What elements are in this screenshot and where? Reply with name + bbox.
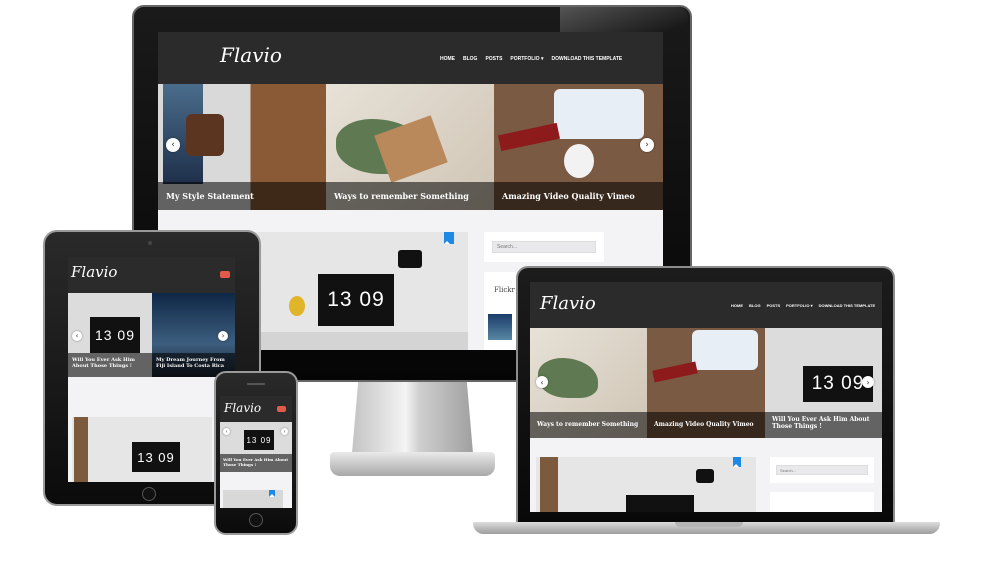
nav-home[interactable]: HOME — [440, 56, 455, 62]
slide-3-pennant-image — [497, 122, 561, 152]
phone-next-button[interactable]: › — [281, 428, 288, 435]
laptop-next-button[interactable]: › — [862, 376, 874, 388]
laptop-slide-2-pennant-image — [652, 361, 698, 383]
monitor-clock-image: 13 09 — [318, 274, 394, 326]
slide-3-logo-image — [564, 144, 594, 178]
laptop-lamp-image — [696, 469, 714, 483]
flowers-image — [289, 296, 305, 316]
laptop-slide-3-caption: Will You Ever Ask Him About Those Things… — [765, 412, 882, 438]
laptop-notch — [675, 522, 743, 527]
laptop-search-input[interactable]: Search... — [776, 465, 868, 475]
phone-clock-image: 13 09 — [244, 430, 274, 450]
slide-1-bag-image — [186, 114, 224, 156]
laptop-logo[interactable]: Flavio — [540, 293, 596, 314]
nav-posts[interactable]: POSTS — [485, 56, 502, 62]
slide-2[interactable]: Ways to remember Something — [326, 84, 494, 210]
laptop-prev-button[interactable]: ‹ — [536, 376, 548, 388]
phone-site-header: Flavio — [220, 396, 292, 422]
laptop-nav-portfolio[interactable]: PORTFOLIO ▾ — [786, 303, 812, 308]
laptop-shelf-image — [540, 457, 558, 512]
nav-portfolio[interactable]: PORTFOLIO ▾ — [510, 56, 543, 62]
search-widget: Search... — [484, 232, 604, 262]
flickr-title: Flickr — [494, 286, 515, 294]
laptop-slide-2-caption: Amazing Video Quality Vimeo — [647, 412, 765, 438]
laptop-slide-2-shirt-image — [692, 330, 758, 370]
site-logo[interactable]: Flavio — [220, 43, 282, 67]
laptop-post-image[interactable] — [536, 457, 756, 512]
slider-next-button[interactable]: › — [640, 138, 654, 152]
slide-2-caption: Ways to remember Something — [326, 182, 494, 210]
flickr-thumbnail[interactable] — [488, 314, 512, 340]
monitor-site-header: Flavio HOME BLOG POSTS PORTFOLIO ▾ DOWNL… — [158, 32, 663, 84]
phone-bookmark-icon — [269, 490, 275, 497]
tablet-post-image[interactable]: 13 09 — [72, 417, 212, 482]
laptop-slide-2[interactable]: Amazing Video Quality Vimeo — [647, 328, 765, 438]
laptop-bookmark-icon — [733, 457, 741, 467]
phone-screen: Flavio 13 09 Will You Ever Ask Him About… — [220, 396, 292, 508]
phone-slide-caption: Will You Ever Ask Him About Those Things… — [220, 454, 292, 472]
laptop-slide-1-caption: Ways to remember Something — [530, 412, 647, 438]
laptop-nav-blog[interactable]: BLOG — [749, 303, 761, 308]
slide-1-caption: My Style Statement — [158, 182, 326, 210]
tablet-logo[interactable]: Flavio — [71, 263, 117, 281]
slide-1[interactable]: My Style Statement — [158, 84, 326, 210]
tablet-menu-button[interactable] — [220, 271, 230, 278]
tablet-slide-1-caption: Will You Ever Ask Him About Those Things… — [68, 353, 152, 377]
laptop-nav-posts[interactable]: POSTS — [767, 303, 781, 308]
search-input[interactable]: Search... — [492, 241, 596, 253]
nav-download[interactable]: DOWNLOAD THIS TEMPLATE — [551, 56, 622, 62]
slide-3-shirt-image — [554, 89, 644, 139]
slide-3-caption: Amazing Video Quality Vimeo — [494, 182, 663, 210]
laptop-monitor-image — [626, 495, 694, 512]
laptop-nav-download[interactable]: DOWNLOAD THIS TEMPLATE — [819, 303, 876, 308]
slide-3[interactable]: Amazing Video Quality Vimeo — [494, 84, 663, 210]
tablet-slide-1-clock-image: 13 09 — [90, 317, 140, 353]
laptop-search-widget: Search... — [770, 457, 874, 483]
monitor-stand-neck — [351, 378, 474, 456]
phone-logo[interactable]: Flavio — [224, 401, 261, 415]
monitor-stand-base — [330, 452, 495, 476]
main-nav: HOME BLOG POSTS PORTFOLIO ▾ DOWNLOAD THI… — [440, 56, 622, 62]
tablet-home-button[interactable] — [142, 487, 156, 501]
tablet-clock-image: 13 09 — [132, 442, 180, 472]
laptop-screen: Flavio HOME BLOG POSTS PORTFOLIO ▾ DOWNL… — [530, 282, 882, 512]
laptop-sidebar-widget — [770, 492, 874, 512]
lamp-image — [398, 250, 422, 268]
bookmark-icon — [444, 232, 454, 244]
tablet-shelf-image — [74, 417, 88, 482]
tablet-prev-button[interactable]: ‹ — [72, 331, 82, 341]
phone-speaker — [247, 383, 265, 385]
laptop-site-header: Flavio HOME BLOG POSTS PORTFOLIO ▾ DOWNL… — [530, 282, 882, 328]
nav-blog[interactable]: BLOG — [463, 56, 477, 62]
laptop-nav: HOME BLOG POSTS PORTFOLIO ▾ DOWNLOAD THI… — [731, 303, 875, 308]
tablet-camera — [148, 241, 152, 245]
slider-prev-button[interactable]: ‹ — [166, 138, 180, 152]
phone-menu-button[interactable] — [277, 406, 286, 412]
phone-home-button[interactable] — [249, 513, 263, 527]
tablet-screen: Flavio 13 09 Will You Ever Ask Him About… — [68, 257, 235, 482]
tablet-site-header: Flavio — [68, 257, 235, 293]
phone-prev-button[interactable]: ‹ — [223, 428, 230, 435]
tablet-next-button[interactable]: › — [218, 331, 228, 341]
laptop-nav-home[interactable]: HOME — [731, 303, 743, 308]
